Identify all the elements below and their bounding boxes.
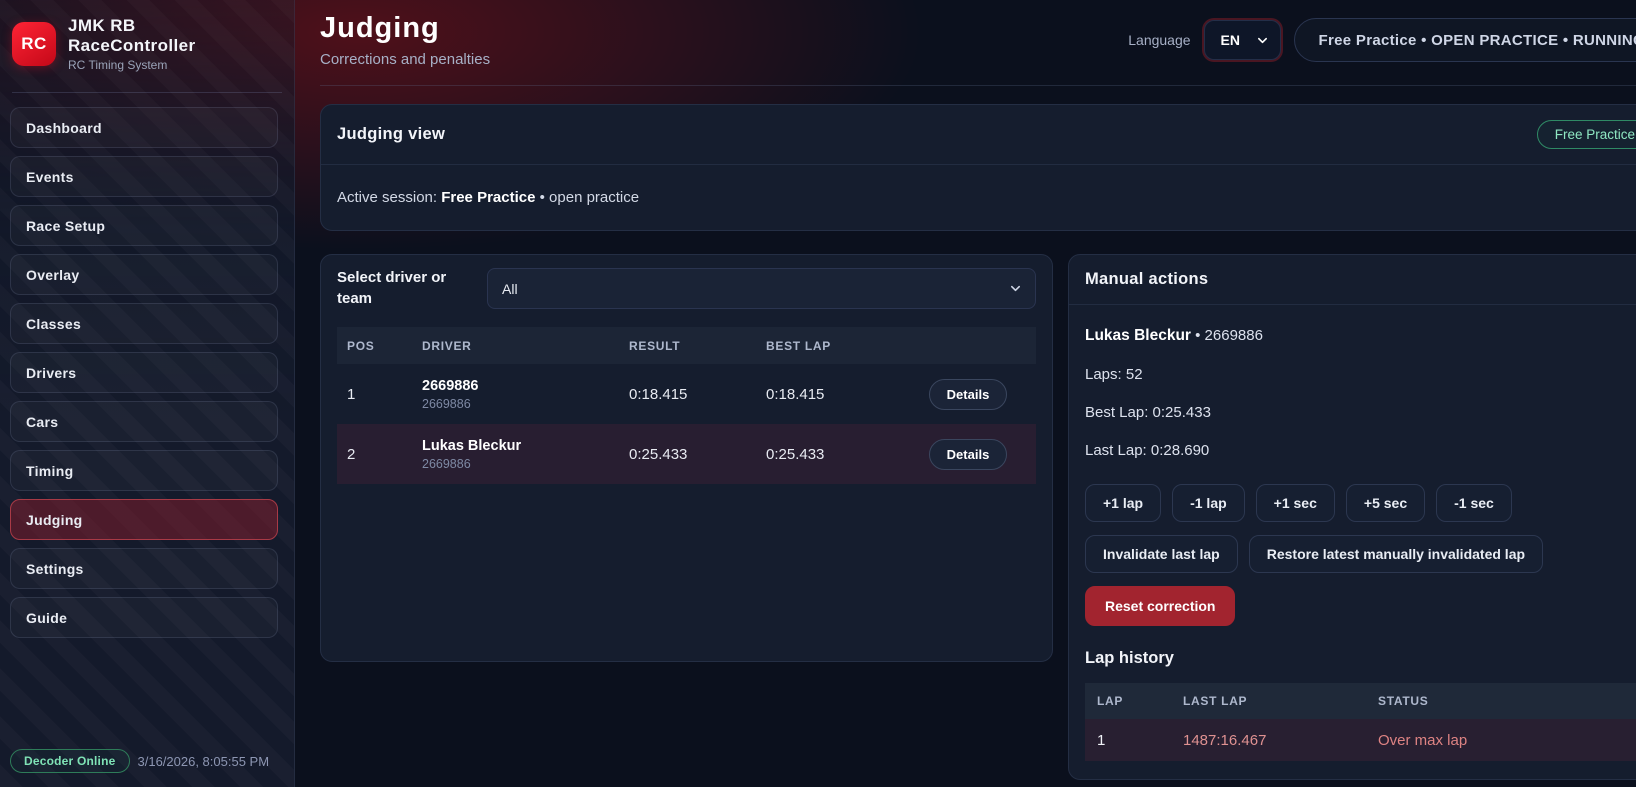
plus-1-lap-button[interactable]: +1 lap xyxy=(1085,484,1161,522)
plus-1-sec-button[interactable]: +1 sec xyxy=(1256,484,1335,522)
plus-5-sec-button[interactable]: +5 sec xyxy=(1346,484,1425,522)
minus-1-lap-button[interactable]: -1 lap xyxy=(1172,484,1245,522)
page-subtitle: Corrections and penalties xyxy=(320,51,490,68)
lap-history-title: Lap history xyxy=(1085,649,1636,668)
manual-actions-panel: Manual actions Lukas Bleckur • 2669886 L… xyxy=(1068,254,1636,780)
sidebar-nav: Dashboard Events Race Setup Overlay Clas… xyxy=(0,107,294,638)
main-content: Judging Corrections and penalties Langua… xyxy=(295,0,1636,780)
row-result: 0:25.433 xyxy=(619,446,756,463)
brand-title-line2: RaceController xyxy=(68,36,195,56)
decoder-status-badge: Decoder Online xyxy=(10,749,130,773)
selected-driver-line: Lukas Bleckur • 2669886 xyxy=(1085,327,1636,345)
invalidate-last-lap-button[interactable]: Invalidate last lap xyxy=(1085,535,1238,573)
table-row[interactable]: 2 Lukas Bleckur 2669886 0:25.433 0:25.43… xyxy=(337,424,1036,484)
sidebar-item-drivers[interactable]: Drivers xyxy=(10,352,278,393)
sidebar-item-race-setup[interactable]: Race Setup xyxy=(10,205,278,246)
driver-select[interactable]: All xyxy=(487,268,1036,309)
col-status: STATUS xyxy=(1366,694,1636,708)
chevron-down-icon xyxy=(1010,283,1021,294)
row-best-lap: 0:25.433 xyxy=(756,446,900,463)
manual-actions-title: Manual actions xyxy=(1085,270,1208,289)
lap-time: 1487:16.467 xyxy=(1171,732,1366,749)
driver-results-panel: Select driver or team All POS DRIVER RES… xyxy=(320,254,1053,662)
active-session-suffix: • open practice xyxy=(540,189,639,206)
row-result: 0:18.415 xyxy=(619,386,756,403)
best-lap-value: Best Lap: 0:25.433 xyxy=(1085,404,1636,421)
brand-title-line1: JMK RB xyxy=(68,16,195,36)
lap-history-table: LAP LAST LAP STATUS 1 1487:16.467 Over m… xyxy=(1085,683,1636,761)
sidebar: RC JMK RB RaceController RC Timing Syste… xyxy=(0,0,295,787)
col-best-lap: BEST LAP xyxy=(756,339,900,353)
driver-select-label: Select driver or team xyxy=(337,268,469,309)
sidebar-item-judging[interactable]: Judging xyxy=(10,499,278,540)
session-status-badge: Free Practice • OPEN PRACTICE • RUNNING xyxy=(1294,18,1636,62)
chevron-down-icon xyxy=(1257,35,1268,46)
sidebar-divider xyxy=(12,92,282,93)
judging-view-title: Judging view xyxy=(337,125,445,144)
laps-count: Laps: 52 xyxy=(1085,366,1636,383)
active-session-label: Active session: xyxy=(337,189,437,206)
page-title: Judging xyxy=(320,12,490,45)
page-header: Judging Corrections and penalties Langua… xyxy=(320,0,1636,68)
row-best-lap: 0:18.415 xyxy=(756,386,900,403)
lap-status: Over max lap xyxy=(1366,732,1636,749)
results-table-header: POS DRIVER RESULT BEST LAP xyxy=(337,327,1036,364)
clock-timestamp: 3/16/2026, 8:05:55 PM xyxy=(138,754,270,769)
row-driver-name: Lukas Bleckur xyxy=(422,438,619,454)
sidebar-item-guide[interactable]: Guide xyxy=(10,597,278,638)
col-result: RESULT xyxy=(619,339,756,353)
driver-select-value: All xyxy=(502,281,518,297)
results-table: POS DRIVER RESULT BEST LAP 1 2669886 266… xyxy=(337,327,1036,484)
sidebar-item-overlay[interactable]: Overlay xyxy=(10,254,278,295)
sidebar-item-classes[interactable]: Classes xyxy=(10,303,278,344)
row-driver-id: 2669886 xyxy=(422,457,619,471)
col-driver: DRIVER xyxy=(412,339,619,353)
reset-correction-button[interactable]: Reset correction xyxy=(1085,586,1235,626)
row-driver-id: 2669886 xyxy=(422,397,619,411)
language-label: Language xyxy=(1128,32,1190,48)
active-session-name: Free Practice xyxy=(441,189,535,206)
language-select[interactable]: EN xyxy=(1204,20,1281,60)
selected-driver-name: Lukas Bleckur xyxy=(1085,327,1191,344)
col-last-lap: LAST LAP xyxy=(1171,694,1366,708)
details-button[interactable]: Details xyxy=(929,379,1008,410)
table-row[interactable]: 1 2669886 2669886 0:18.415 0:18.415 Deta… xyxy=(337,364,1036,424)
sidebar-item-settings[interactable]: Settings xyxy=(10,548,278,589)
lap-number: 1 xyxy=(1085,732,1171,749)
sidebar-item-cars[interactable]: Cars xyxy=(10,401,278,442)
minus-1-sec-button[interactable]: -1 sec xyxy=(1436,484,1512,522)
brand-subtitle: RC Timing System xyxy=(68,58,195,72)
judging-view-panel: Judging view Free Practice Active sessio… xyxy=(320,104,1636,231)
row-driver-name: 2669886 xyxy=(422,378,619,394)
sidebar-item-events[interactable]: Events xyxy=(10,156,278,197)
sidebar-item-dashboard[interactable]: Dashboard xyxy=(10,107,278,148)
lap-history-header: LAP LAST LAP STATUS xyxy=(1085,683,1636,719)
selected-driver-id: • 2669886 xyxy=(1191,327,1263,344)
restore-invalidated-lap-button[interactable]: Restore latest manually invalidated lap xyxy=(1249,535,1543,573)
last-lap-value: Last Lap: 0:28.690 xyxy=(1085,442,1636,459)
active-session-line: Active session: Free Practice • open pra… xyxy=(321,165,1636,230)
details-button[interactable]: Details xyxy=(929,439,1008,470)
col-pos: POS xyxy=(337,339,412,353)
row-pos: 2 xyxy=(337,446,412,463)
free-practice-badge: Free Practice xyxy=(1537,120,1636,149)
header-divider xyxy=(320,85,1636,86)
sidebar-item-timing[interactable]: Timing xyxy=(10,450,278,491)
app-brand: RC JMK RB RaceController RC Timing Syste… xyxy=(0,0,294,84)
app-logo: RC xyxy=(12,22,56,66)
col-lap: LAP xyxy=(1085,694,1171,708)
lap-history-row: 1 1487:16.467 Over max lap xyxy=(1085,719,1636,761)
row-pos: 1 xyxy=(337,386,412,403)
language-value: EN xyxy=(1221,32,1240,48)
